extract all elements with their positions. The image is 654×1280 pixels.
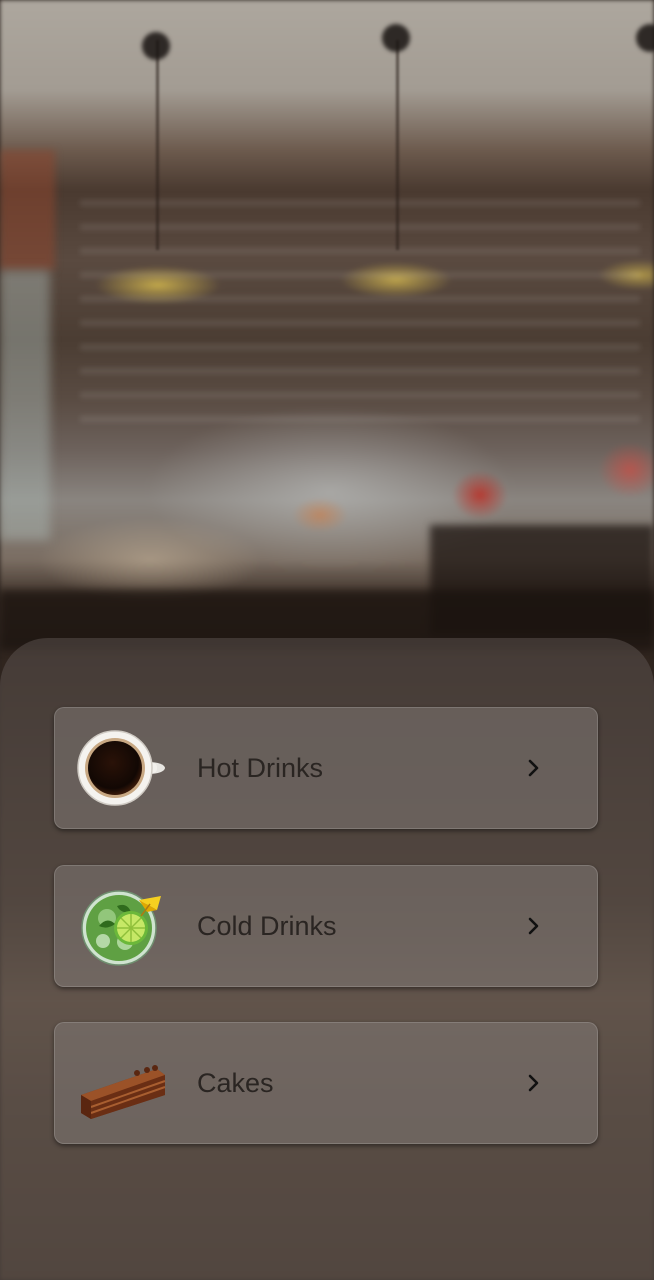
mojito-glass-icon: [81, 890, 161, 966]
menu-item-hot-drinks[interactable]: Hot Drinks: [54, 707, 598, 829]
coffee-cup-icon: [77, 730, 165, 806]
background-lamp-cord: [396, 40, 399, 250]
background-shelves: [80, 200, 640, 440]
cake-slice-icon: [81, 1065, 166, 1119]
screen: Hot Drinks Cold Drinks Cakes: [0, 0, 654, 1280]
background-brick-wall: [0, 150, 55, 270]
chevron-right-icon: [528, 917, 539, 935]
background-lamp-cap: [142, 32, 170, 60]
chevron-right-icon: [528, 1074, 539, 1092]
menu-item-label: Cold Drinks: [197, 911, 337, 941]
menu-item-label: Cakes: [197, 1068, 274, 1098]
menu-item-cold-drinks[interactable]: Cold Drinks: [54, 865, 598, 987]
menu-item-label: Hot Drinks: [197, 753, 324, 783]
background-tile-wall: [0, 270, 50, 540]
background-lamp-cord: [156, 40, 159, 250]
background-lamp-cap: [382, 24, 410, 52]
menu-bottom-sheet: Hot Drinks Cold Drinks Cakes: [0, 638, 654, 1280]
menu-item-cakes[interactable]: Cakes: [54, 1022, 598, 1144]
chevron-right-icon: [528, 759, 539, 777]
